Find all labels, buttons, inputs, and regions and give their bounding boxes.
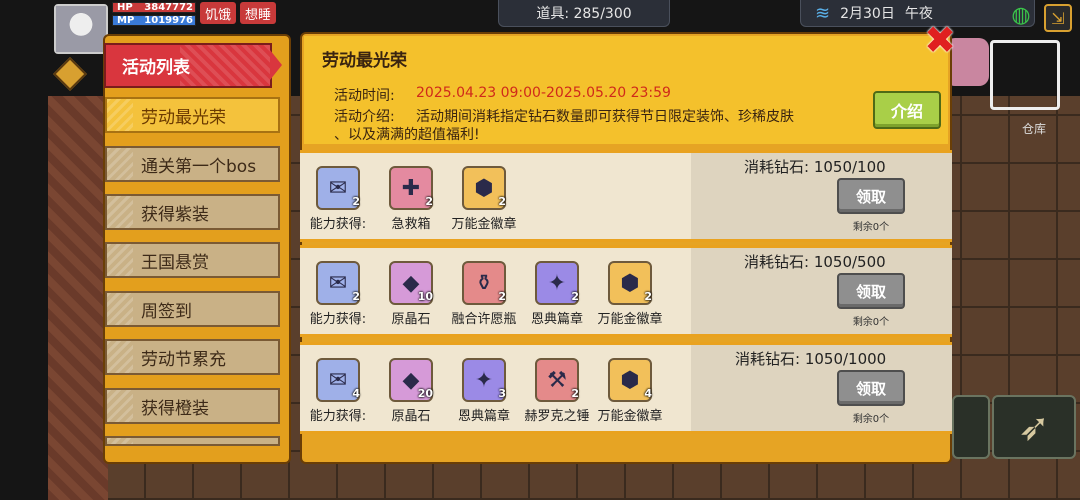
sidebar-item-label: 获得橙装	[141, 398, 209, 419]
date-time-display: ≋ 2月30日 午夜	[800, 0, 1035, 27]
reward-item-quantity: 2	[352, 195, 360, 208]
reward-item-name: 融合许愿瓶	[451, 312, 517, 327]
event-intro-text: 活动期间消耗指定钻石数量即可获得节日限定装饰、珍稀皮肤	[416, 109, 794, 125]
hp-bar: HP 3847772	[112, 2, 196, 13]
sidebar-item-label: 劳动节累充	[141, 349, 226, 370]
minimap[interactable]	[990, 40, 1060, 110]
sidebar-item-label: 周签到	[141, 301, 192, 322]
sidebar-item-partial[interactable]	[105, 436, 280, 446]
close-icon[interactable]: ✖	[922, 21, 958, 59]
brick-wall-background	[48, 96, 108, 500]
event-time-label: 活动时间:	[334, 88, 395, 104]
sidebar-item-weekly-checkin[interactable]: 周签到	[105, 291, 280, 327]
reward-item-quantity: 2	[352, 290, 360, 303]
reward-item-quantity: 10	[417, 290, 433, 303]
reward-item-quantity: 3	[498, 387, 506, 400]
settings-icon[interactable]	[53, 57, 87, 91]
item-capacity: 道具: 285/300	[498, 0, 670, 27]
activity-list-header: 活动列表	[104, 43, 272, 88]
reward-item-name: 能力获得:	[309, 409, 367, 424]
event-intro-label: 活动介绍:	[334, 109, 395, 125]
reward-item-quantity: 2	[644, 290, 652, 303]
reward-item-name: 原晶石	[391, 409, 431, 424]
remaining-count-label: 剩余0个	[852, 414, 890, 425]
reward-item-name: 赫罗克之锤	[524, 409, 590, 424]
event-title: 劳动最光荣	[322, 51, 407, 71]
status-sleepy-badge: 想睡	[240, 2, 276, 24]
status-hungry-badge: 饥饿	[200, 2, 236, 24]
sidebar-item-clear-first-boss[interactable]: 通关第一个bos	[105, 146, 280, 182]
sidebar-item-kingdom-bounty[interactable]: 王国悬赏	[105, 242, 280, 278]
skill-slot[interactable]	[952, 395, 990, 459]
reward-item-quantity: 4	[352, 387, 360, 400]
player-avatar[interactable]	[54, 4, 108, 54]
bow-skill-icon[interactable]: ➶	[992, 395, 1076, 459]
hp-label: HP	[117, 2, 133, 13]
mp-bar: MP 1019976	[112, 15, 196, 26]
reward-item-quantity: 4	[644, 387, 652, 400]
diamond-cost-label: 消耗钻石: 1050/1000	[735, 350, 887, 368]
network-globe-icon[interactable]: ◍	[1007, 4, 1035, 28]
reward-item-name: 万能金徽章	[597, 409, 663, 424]
sidebar-item-label: 劳动最光荣	[141, 107, 226, 128]
sidebar-item-labor-day-recharge[interactable]: 劳动节累充	[105, 339, 280, 375]
reward-item-name: 能力获得:	[309, 312, 367, 327]
event-intro-text-continued: 、以及满满的超值福利!	[334, 127, 480, 143]
mp-value: 1019976	[144, 15, 193, 26]
weather-wind-icon: ≋	[815, 2, 831, 24]
sidebar-item-orange-gear[interactable]: 获得橙装	[105, 388, 280, 424]
event-time-value: 2025.04.23 09:00-2025.05.20 23:59	[416, 85, 671, 101]
claim-button[interactable]: 领取	[837, 273, 905, 309]
reward-item-name: 能力获得:	[309, 217, 367, 232]
remaining-count-label: 剩余0个	[852, 222, 890, 233]
reward-item-name: 原晶石	[391, 312, 431, 327]
avatar-portrait	[56, 6, 106, 52]
exit-icon[interactable]: ⇲	[1044, 4, 1072, 32]
sidebar-item-label: 王国悬赏	[141, 252, 209, 273]
reward-item-quantity: 2	[498, 290, 506, 303]
intro-button[interactable]: 介绍	[873, 91, 941, 129]
date-label: 2月30日	[840, 6, 895, 22]
reward-item-quantity: 2	[498, 195, 506, 208]
reward-item-quantity: 20	[417, 387, 433, 400]
sidebar-item-label: 通关第一个bos	[141, 156, 257, 177]
reward-item-name: 恩典篇章	[457, 409, 510, 424]
mp-label: MP	[117, 15, 135, 26]
reward-item-name: 万能金徽章	[597, 312, 663, 327]
warehouse-label[interactable]: 仓库	[1022, 120, 1046, 137]
sidebar-item-labor-glory[interactable]: 劳动最光荣	[105, 97, 280, 133]
hp-value: 3847772	[144, 2, 193, 13]
claim-button[interactable]: 领取	[837, 370, 905, 406]
reward-item-name: 急救箱	[391, 217, 431, 232]
claim-button[interactable]: 领取	[837, 178, 905, 214]
diamond-cost-label: 消耗钻石: 1050/100	[744, 158, 886, 176]
reward-item-quantity: 2	[571, 290, 579, 303]
header-arrow-icon	[270, 50, 282, 80]
reward-item-name: 恩典篇章	[530, 312, 583, 327]
sidebar-item-purple-gear[interactable]: 获得紫装	[105, 194, 280, 230]
reward-item-quantity: 2	[571, 387, 579, 400]
reward-item-quantity: 2	[425, 195, 433, 208]
reward-item-name: 万能金徽章	[451, 217, 517, 232]
remaining-count-label: 剩余0个	[852, 317, 890, 328]
diamond-cost-label: 消耗钻石: 1050/500	[744, 253, 886, 271]
sidebar-item-label: 获得紫装	[141, 204, 209, 225]
